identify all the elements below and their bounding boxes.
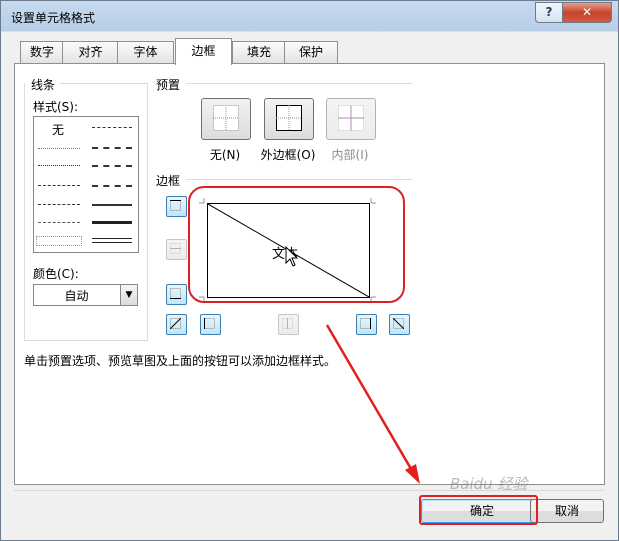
annotation-arrow xyxy=(325,324,420,484)
tab-border[interactable]: 边框 xyxy=(175,38,232,65)
